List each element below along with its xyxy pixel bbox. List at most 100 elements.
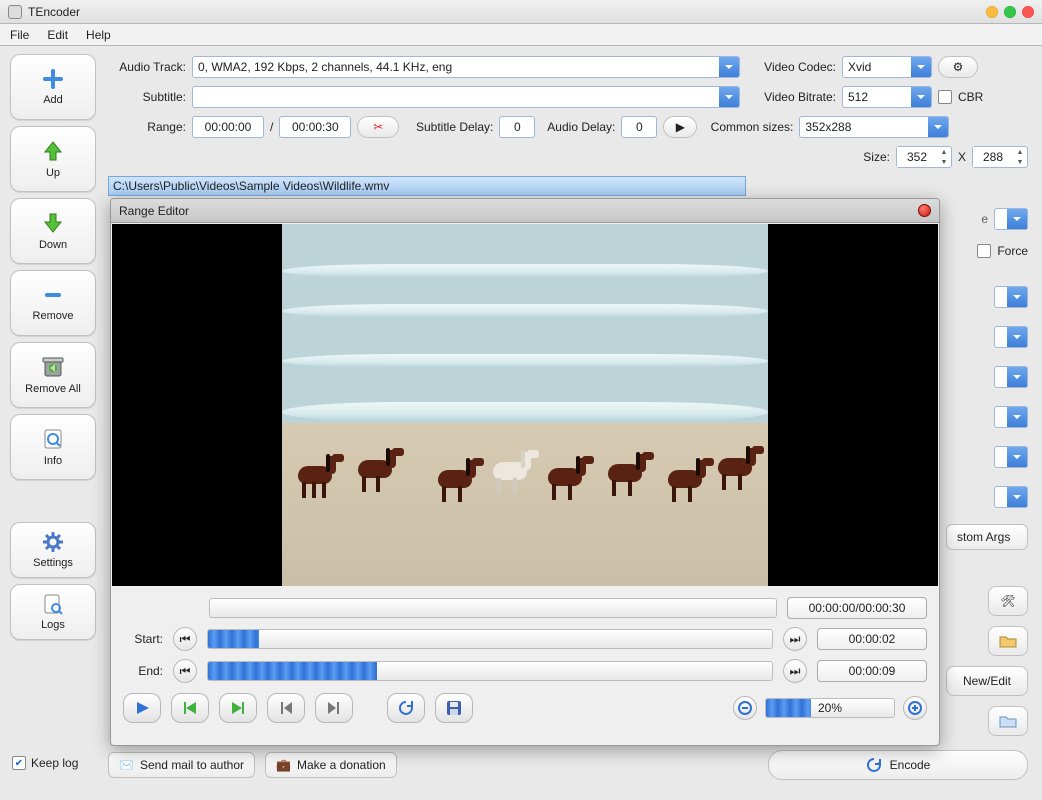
open-folder-button[interactable]: [988, 626, 1028, 656]
start-jump-button[interactable]: ⏭: [783, 627, 807, 651]
remove-all-button[interactable]: Remove All: [10, 342, 96, 408]
start-set-button[interactable]: ⏮: [173, 627, 197, 651]
keep-log-row: ✔ Keep log: [12, 756, 78, 770]
logs-button[interactable]: Logs: [10, 584, 96, 640]
end-label: End:: [123, 664, 163, 678]
hidden-select-7[interactable]: [994, 486, 1028, 508]
hidden-select-1[interactable]: [994, 208, 1028, 230]
step-back-button[interactable]: [171, 693, 209, 723]
menu-help[interactable]: Help: [86, 28, 111, 42]
force-checkbox[interactable]: [977, 244, 991, 258]
zoom-value: 20%: [766, 699, 894, 717]
zoom-in-button[interactable]: [903, 696, 927, 720]
reload-icon: [397, 699, 415, 717]
right-actions: 🛠 New/Edit: [946, 586, 1028, 736]
close-button[interactable]: [1022, 6, 1034, 18]
file-list-item[interactable]: C:\Users\Public\Videos\Sample Videos\Wil…: [108, 176, 746, 196]
hidden-select-5[interactable]: [994, 406, 1028, 428]
donate-button[interactable]: 💼 Make a donation: [265, 752, 397, 778]
plus-icon: [42, 68, 64, 90]
cbr-checkbox[interactable]: [938, 90, 952, 104]
encode-button[interactable]: Encode: [768, 750, 1028, 780]
range-start-input[interactable]: 00:00:00: [192, 116, 264, 138]
subtitle-select[interactable]: [192, 86, 740, 108]
play-button[interactable]: [123, 693, 161, 723]
subtitle-delay-input[interactable]: 0: [499, 116, 535, 138]
range-end-input[interactable]: 00:00:30: [279, 116, 351, 138]
logs-icon: [42, 593, 64, 615]
custom-args-button[interactable]: stom Args: [946, 524, 1028, 550]
common-sizes-label: Common sizes:: [703, 120, 793, 134]
start-label: Start:: [123, 632, 163, 646]
hidden-select-6[interactable]: [994, 446, 1028, 468]
range-cut-button[interactable]: ✂: [357, 116, 399, 138]
wallet-icon: 💼: [276, 758, 291, 772]
subtitle-delay-label: Subtitle Delay:: [405, 120, 493, 134]
minimize-button[interactable]: [986, 6, 998, 18]
video-bitrate-label: Video Bitrate:: [746, 90, 836, 104]
end-set-button[interactable]: ⏮: [173, 659, 197, 683]
range-editor-titlebar[interactable]: Range Editor: [111, 199, 939, 223]
scissors-icon: ✂: [373, 120, 383, 134]
zoom-in-icon: [908, 701, 922, 715]
save-button[interactable]: [435, 693, 473, 723]
folder-icon: [999, 714, 1017, 728]
audio-track-label: Audio Track:: [108, 60, 186, 74]
common-sizes-select[interactable]: 352x288: [799, 116, 949, 138]
app-icon: [8, 5, 22, 19]
hidden-select-3[interactable]: [994, 326, 1028, 348]
wrench-icon: 🛠: [1000, 594, 1015, 608]
save-profile-button[interactable]: [988, 706, 1028, 736]
send-mail-button[interactable]: ✉️ Send mail to author: [108, 752, 255, 778]
trash-icon: [40, 355, 66, 379]
mail-icon: ✉️: [119, 758, 134, 772]
remove-button[interactable]: Remove: [10, 270, 96, 336]
skip-forward-icon: ⏭: [790, 664, 801, 679]
new-edit-button[interactable]: New/Edit: [946, 666, 1028, 696]
zoom-track[interactable]: 20%: [765, 698, 895, 718]
up-button[interactable]: Up: [10, 126, 96, 192]
refresh-icon: [866, 757, 882, 773]
tools-button[interactable]: 🛠: [988, 586, 1028, 616]
gear-icon: [42, 531, 64, 553]
hidden-select-2[interactable]: [994, 286, 1028, 308]
video-codec-select[interactable]: Xvid: [842, 56, 932, 78]
play-preview-button[interactable]: ▶: [663, 116, 697, 138]
settings-button[interactable]: Settings: [10, 522, 96, 578]
codec-settings-button[interactable]: ⚙: [938, 56, 978, 78]
audio-track-select[interactable]: 0, WMA2, 192 Kbps, 2 channels, 44.1 KHz,…: [192, 56, 740, 78]
keep-log-checkbox[interactable]: ✔: [12, 756, 26, 770]
end-jump-button[interactable]: ⏭: [783, 659, 807, 683]
play-small-icon: ▶: [676, 120, 685, 134]
bottombar: ✉️ Send mail to author 💼 Make a donation…: [108, 750, 1028, 780]
size-height-input[interactable]: ▲▼: [972, 146, 1028, 168]
audio-delay-input[interactable]: 0: [621, 116, 657, 138]
reload-button[interactable]: [387, 693, 425, 723]
folder-open-icon: [999, 634, 1017, 648]
add-button[interactable]: Add: [10, 54, 96, 120]
hidden-select-4[interactable]: [994, 366, 1028, 388]
down-button[interactable]: Down: [10, 198, 96, 264]
next-frame-button[interactable]: [315, 693, 353, 723]
range-label: Range:: [108, 120, 186, 134]
step-back-icon: [182, 700, 198, 716]
video-bitrate-select[interactable]: 512: [842, 86, 932, 108]
video-preview[interactable]: [112, 224, 938, 586]
play-icon: [134, 700, 150, 716]
maximize-button[interactable]: [1004, 6, 1016, 18]
step-forward-button[interactable]: [219, 693, 257, 723]
info-button[interactable]: Info: [10, 414, 96, 480]
menu-file[interactable]: File: [10, 28, 29, 42]
arrow-down-icon: [41, 211, 65, 235]
titlebar: TEncoder: [0, 0, 1042, 24]
cbr-label: CBR: [958, 90, 983, 104]
size-width-input[interactable]: ▲▼: [896, 146, 952, 168]
start-track[interactable]: [207, 629, 773, 649]
start-time-display: 00:00:02: [817, 628, 927, 650]
position-track[interactable]: [209, 598, 777, 618]
menu-edit[interactable]: Edit: [47, 28, 68, 42]
range-close-button[interactable]: [918, 204, 931, 217]
zoom-out-button[interactable]: [733, 696, 757, 720]
end-track[interactable]: [207, 661, 773, 681]
prev-frame-button[interactable]: [267, 693, 305, 723]
